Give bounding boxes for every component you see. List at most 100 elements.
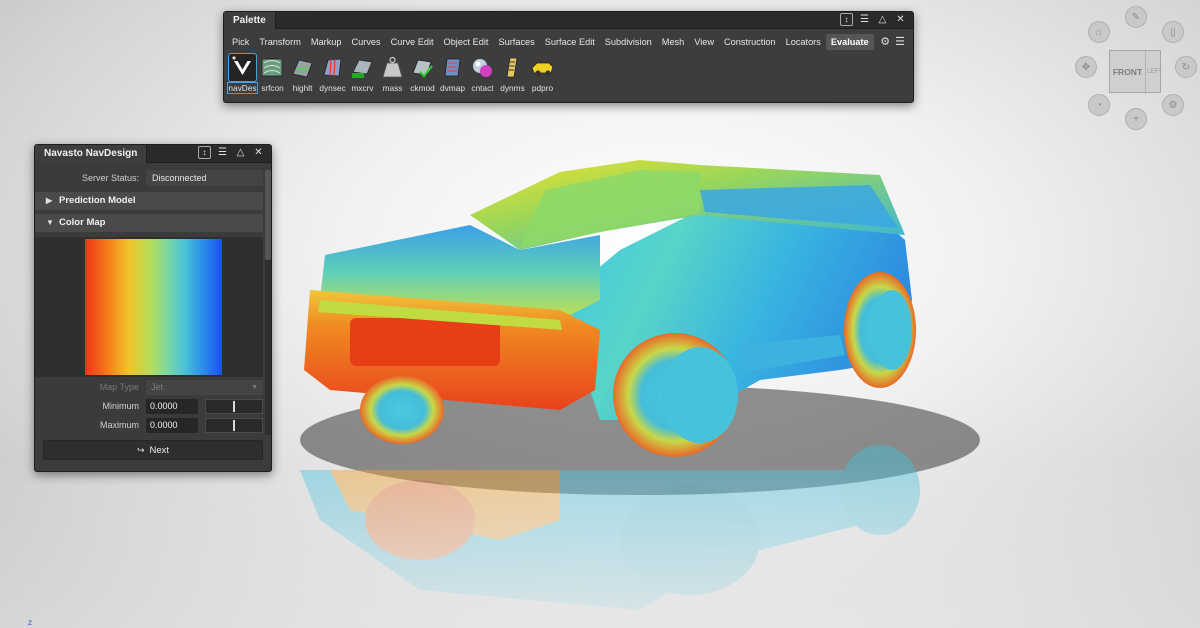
tab-transform[interactable]: Transform [254, 34, 306, 50]
tool-label: srfcon [261, 83, 284, 93]
max-curvature-icon [349, 54, 376, 81]
view-cube[interactable]: FRONT LEFT [1109, 50, 1162, 94]
jet-gradient-swatch [85, 239, 222, 375]
server-status-value: Disconnected [146, 170, 263, 186]
minimum-field[interactable]: 0.0000 [146, 399, 198, 414]
tab-curve-edit[interactable]: Curve Edit [386, 34, 439, 50]
maximum-label: Maximum [99, 420, 139, 430]
prediction-model-section[interactable]: ▶ Prediction Model [35, 192, 263, 210]
tab-subdivision[interactable]: Subdivision [600, 34, 657, 50]
pan-icon[interactable]: ✥ [1075, 56, 1097, 78]
navdesign-titlebar[interactable]: Navasto NavDesign ↕ ☰ △ ✕ [35, 145, 271, 163]
collapse-triangle-icon: ▼ [46, 218, 54, 227]
navdesign-panel: Navasto NavDesign ↕ ☰ △ ✕ Server Status:… [34, 144, 272, 472]
collapse-icon[interactable]: △ [234, 146, 247, 159]
tool-dynms[interactable]: dynms [498, 54, 527, 93]
settings-icon[interactable]: ⚙ [1162, 94, 1184, 116]
maximum-field[interactable]: 0.0000 [146, 418, 198, 433]
panel-scrollbar[interactable] [265, 170, 271, 435]
tool-cntact[interactable]: cntact [468, 54, 497, 93]
tool-label: highlt [292, 83, 313, 93]
tool-mass[interactable]: mass [378, 54, 407, 93]
car-grille [350, 318, 500, 366]
home-icon[interactable]: ⌂ [1088, 21, 1110, 43]
tab-evaluate[interactable]: Evaluate [825, 34, 874, 50]
maximum-slider[interactable] [205, 418, 263, 433]
view-cube-left-face[interactable]: LEFT [1147, 51, 1162, 94]
tool-label: ckmod [410, 83, 435, 93]
tool-label: mass [382, 83, 403, 93]
tab-surface-edit[interactable]: Surface Edit [540, 34, 600, 50]
chevron-down-icon: ▼ [251, 384, 258, 391]
car-reflection [0, 445, 1200, 628]
dynamic-section-icon [319, 54, 346, 81]
collapse-icon[interactable]: △ [876, 13, 889, 26]
tab-curves[interactable]: Curves [347, 34, 386, 50]
palette-window: Palette ↕ ☰ △ ✕ Pick Transform Markup Cu… [223, 11, 914, 103]
pin-icon[interactable]: ✎ [1125, 6, 1147, 28]
navdesign-logo-icon [228, 53, 257, 82]
prediction-model-label: Prediction Model [59, 195, 136, 206]
minimum-label: Minimum [102, 401, 139, 411]
look-icon[interactable]: ◔ [1088, 94, 1110, 116]
tab-surfaces[interactable]: Surfaces [493, 34, 539, 50]
palette-title: Palette [224, 12, 276, 29]
tool-label: dynsec [319, 83, 346, 93]
tool-highlt[interactable]: highlt [288, 54, 317, 93]
tool-label: navDes [227, 82, 258, 94]
tab-view[interactable]: View [689, 34, 719, 50]
car-near-rim [662, 347, 738, 443]
tab-construction[interactable]: Construction [719, 34, 781, 50]
palette-titlebar[interactable]: Palette ↕ ☰ △ ✕ [224, 12, 913, 29]
next-label: Next [149, 445, 170, 456]
navdesign-title: Navasto NavDesign [35, 145, 148, 163]
color-map-settings: Map Type Jet ▼ Minimum 0.0000 Maximum 0.… [35, 377, 263, 435]
navdesign-window-controls: ↕ ☰ △ ✕ [198, 146, 265, 159]
view-cube-front-face[interactable]: FRONT [1110, 51, 1146, 94]
tool-navdes[interactable]: navDes [227, 53, 258, 94]
tool-pdpro[interactable]: pdpro [528, 54, 557, 93]
check-model-icon [409, 54, 436, 81]
tool-ckmod[interactable]: ckmod [408, 54, 437, 93]
tool-dvmap[interactable]: dvmap [438, 54, 467, 93]
slider-knob[interactable] [233, 401, 235, 412]
zoom-icon[interactable]: + [1125, 108, 1147, 130]
menu-icon[interactable]: ☰ [858, 13, 871, 26]
tool-srfcon[interactable]: srfcon [258, 54, 287, 93]
scrollbar-thumb[interactable] [265, 170, 271, 260]
tab-object-edit[interactable]: Object Edit [439, 34, 494, 50]
tab-mesh[interactable]: Mesh [657, 34, 689, 50]
tab-pick[interactable]: Pick [227, 34, 254, 50]
tool-label: pdpro [531, 83, 554, 93]
contact-icon [469, 54, 496, 81]
map-type-select[interactable]: Jet ▼ [146, 380, 263, 395]
map-type-value: Jet [151, 382, 164, 392]
palette-tab-options: ⚙ ☰ [880, 35, 905, 49]
dynamic-measure-icon [499, 54, 526, 81]
menu-icon[interactable]: ☰ [216, 146, 229, 159]
minimum-slider[interactable] [205, 399, 263, 414]
deviation-map-icon [439, 54, 466, 81]
color-map-preview [35, 237, 263, 377]
settings-gear-icon[interactable]: ⚙ [880, 35, 890, 49]
close-icon[interactable]: ✕ [252, 146, 265, 159]
tool-dynsec[interactable]: dynsec [318, 54, 347, 93]
bookmark-icon[interactable]: ▯ [1162, 21, 1184, 43]
tab-markup[interactable]: Markup [306, 34, 347, 50]
highlight-icon [289, 54, 316, 81]
car-rear-rim [872, 290, 912, 370]
tab-menu-icon[interactable]: ☰ [895, 35, 905, 49]
resize-icon[interactable]: ↕ [840, 13, 853, 26]
evaluate-tool-shelf: navDes srfcon highlt dynsec mxcrv mass c… [227, 53, 557, 94]
color-map-section[interactable]: ▼ Color Map [35, 214, 263, 232]
tool-mxcrv[interactable]: mxcrv [348, 54, 377, 93]
mass-weight-icon [379, 54, 406, 81]
close-icon[interactable]: ✕ [894, 13, 907, 26]
tumble-icon[interactable]: ↻ [1175, 56, 1197, 78]
resize-icon[interactable]: ↕ [198, 146, 211, 159]
slider-knob[interactable] [233, 420, 235, 431]
surface-continuity-icon [259, 54, 286, 81]
tab-locators[interactable]: Locators [781, 34, 826, 50]
tool-label: cntact [471, 83, 494, 93]
next-button[interactable]: ↪ Next [43, 440, 263, 460]
